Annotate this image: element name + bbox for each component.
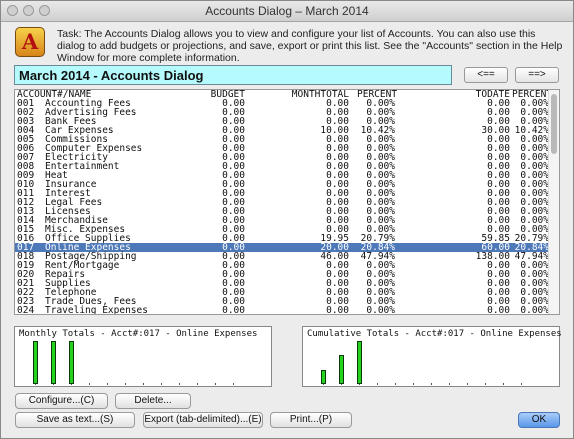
monthly-totals-chart: Monthly Totals - Acct#:017 - Online Expe… — [14, 326, 272, 387]
cumulative-chart-bar — [321, 370, 326, 384]
monthly-chart-bar — [69, 341, 74, 384]
monthly-chart-axis-tick — [161, 383, 162, 385]
monthly-chart-axis-tick — [89, 383, 90, 385]
percent-value: 0.00% — [366, 305, 395, 315]
cumulative-chart-axis-tick — [503, 383, 504, 385]
table-row[interactable]: 010 Insurance 0.00 0.00 0.00% 0.00 0.00% — [15, 180, 550, 190]
monthly-chart-axis-tick — [143, 383, 144, 385]
monthly-chart-axis-tick — [233, 383, 234, 385]
monthly-chart-bar — [33, 341, 38, 384]
app-logo-icon: A — [15, 27, 45, 57]
percent-todate-value: 0.00% — [520, 305, 549, 315]
accounts-dialog-window: Accounts Dialog – March 2014 A Task: The… — [0, 0, 574, 439]
monthly-chart-axis-tick — [197, 383, 198, 385]
title-bar: Accounts Dialog – March 2014 — [1, 1, 573, 22]
account-name: Traveling Expenses — [45, 305, 148, 315]
table-row[interactable]: 012 Legal Fees 0.00 0.00 0.00% 0.00 0.00% — [15, 198, 550, 208]
monthly-chart-axis-tick — [107, 383, 108, 385]
window-title: Accounts Dialog – March 2014 — [205, 4, 369, 18]
cumulative-chart-axis-tick — [467, 383, 468, 385]
cumulative-chart-axis-tick — [485, 383, 486, 385]
table-row[interactable]: 008 Entertainment 0.00 0.00 0.00% 0.00 0.00% — [15, 162, 550, 172]
cumulative-chart-axis-tick — [413, 383, 414, 385]
cumulative-chart-title: Cumulative Totals - Acct#:017 - Online E… — [307, 329, 562, 339]
export-button[interactable]: Export (tab-delimited)...(E) — [143, 412, 263, 428]
monthly-chart-title: Monthly Totals - Acct#:017 - Online Expe… — [19, 329, 258, 339]
task-description: Task: The Accounts Dialog allows you to … — [57, 28, 563, 64]
print-button[interactable]: Print...(P) — [270, 412, 352, 428]
cumulative-chart-axis-tick — [431, 383, 432, 385]
monthly-chart-bar — [51, 341, 56, 384]
cumulative-chart-axis-tick — [449, 383, 450, 385]
monthly-chart-axis-tick — [125, 383, 126, 385]
previous-month-button[interactable]: <== — [464, 67, 508, 83]
dialog-header-title: March 2014 - Accounts Dialog — [14, 65, 452, 85]
cumulative-chart-axis-tick — [521, 383, 522, 385]
account-number: 024 — [17, 305, 35, 315]
cumulative-totals-chart: Cumulative Totals - Acct#:017 - Online E… — [302, 326, 562, 387]
cumulative-chart-bar — [339, 355, 344, 384]
monthly-chart-axis-tick — [179, 383, 180, 385]
cumulative-chart-axis-tick — [395, 383, 396, 385]
table-scrollbar[interactable] — [548, 90, 559, 314]
budget-value: 0.00 — [222, 305, 245, 315]
accounts-table[interactable]: ACCOUNT#/NAME BUDGET MONTHTOTAL PERCENT … — [14, 89, 560, 315]
delete-button[interactable]: Delete... — [115, 393, 191, 409]
next-month-button[interactable]: ==> — [515, 67, 559, 83]
ok-button[interactable]: OK — [518, 412, 560, 428]
scrollbar-thumb[interactable] — [551, 94, 557, 154]
cumulative-chart-axis-tick — [377, 383, 378, 385]
table-row[interactable]: 020 Repairs 0.00 0.00 0.00% 0.00 0.00% — [15, 270, 550, 280]
table-row[interactable]: 019 Rent/Mortgage 0.00 0.00 0.00% 0.00 0.00% — [15, 261, 550, 271]
cumulative-chart-bar — [357, 341, 362, 384]
save-as-text-button[interactable]: Save as text...(S) — [15, 412, 135, 428]
configure-button[interactable]: Configure...(C) — [15, 393, 108, 409]
table-row[interactable]: 024 Traveling Expenses 0.00 0.00 0.00% 0.00 0.… — [15, 305, 550, 315]
monthly-chart-axis-tick — [215, 383, 216, 385]
